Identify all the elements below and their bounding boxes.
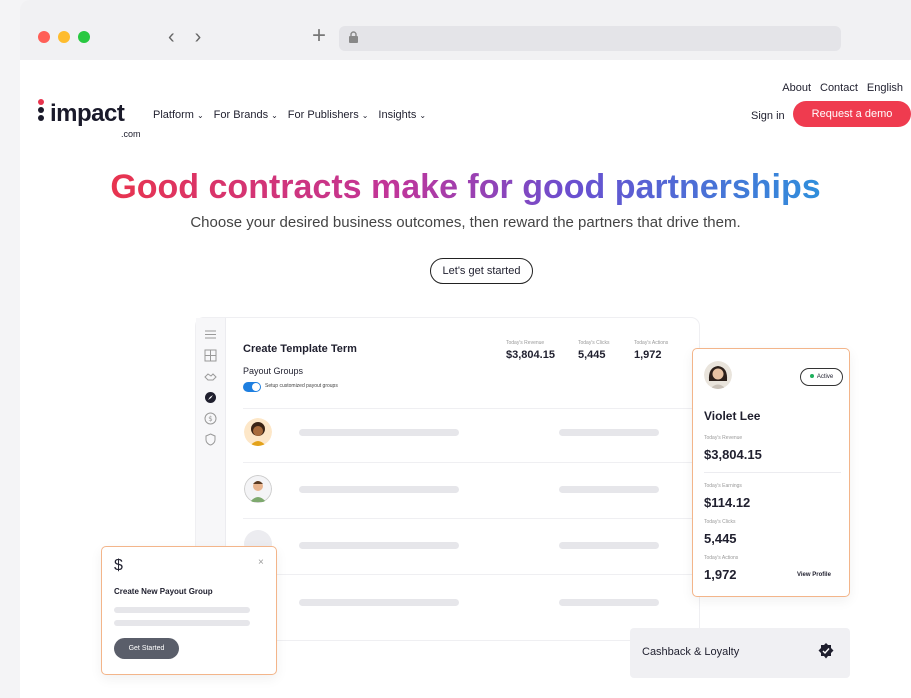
divider	[704, 472, 841, 473]
close-window-button[interactable]	[38, 31, 50, 43]
lock-icon	[349, 31, 358, 43]
svg-text:$: $	[208, 415, 212, 423]
clicks-value: 5,445	[704, 531, 737, 546]
stat-label: Today's Clicks	[578, 340, 610, 346]
get-started-button[interactable]: Let's get started	[430, 258, 533, 284]
placeholder-bar	[559, 542, 659, 549]
nav-for-publishers[interactable]: For Publishers ⌄	[288, 109, 369, 121]
row-divider	[243, 462, 695, 463]
impact-logo[interactable]: impact .com	[38, 96, 141, 146]
create-payout-group-card: $ × Create New Payout Group Get Started	[101, 546, 277, 675]
main-nav: Platform ⌄ For Brands ⌄ For Publishers ⌄ In…	[153, 109, 426, 121]
status-badge: Active	[800, 368, 843, 386]
nav-platform[interactable]: Platform ⌄	[153, 109, 204, 121]
chevron-down-icon: ⌄	[361, 111, 369, 120]
earnings-value: $114.12	[704, 495, 751, 510]
payout-get-started-button[interactable]: Get Started	[114, 638, 179, 659]
web-page: About Contact English impact .com Platfo…	[20, 60, 911, 698]
clicks-label: Today's Clicks	[704, 519, 736, 525]
stat-value: 1,972	[634, 349, 662, 361]
stat-clicks: Today's Clicks 5,445	[578, 340, 610, 361]
request-demo-button[interactable]: Request a demo	[793, 101, 911, 127]
menu-icon[interactable]	[204, 328, 217, 341]
logo-suffix: .com	[121, 129, 141, 139]
placeholder-bar	[114, 607, 250, 613]
placeholder-bar	[299, 542, 459, 549]
stat-value: 5,445	[578, 349, 606, 361]
earnings-label: Today's Earnings	[704, 483, 742, 489]
payout-card-title: Create New Payout Group	[114, 587, 213, 596]
view-profile-link[interactable]: View Profile	[797, 572, 831, 578]
actions-value: 1,972	[704, 567, 737, 582]
partner-name: Violet Lee	[704, 409, 761, 423]
avatar	[704, 361, 732, 389]
placeholder-bar	[299, 429, 459, 436]
placeholder-bar	[559, 429, 659, 436]
sign-in-link[interactable]: Sign in	[751, 110, 785, 122]
stat-revenue: Today's Revenue $3,804.15	[506, 340, 555, 361]
placeholder-bar	[299, 486, 459, 493]
chevron-down-icon: ⌄	[196, 111, 204, 120]
dollar-icon: $	[114, 557, 123, 574]
payout-groups-heading: Payout Groups	[243, 366, 304, 376]
toggle-label: Setup customized payout groups	[265, 383, 338, 389]
language-link[interactable]: English	[867, 82, 903, 94]
cashback-loyalty-card: Cashback & Loyalty	[630, 628, 850, 678]
row-divider	[243, 408, 695, 409]
hero-subtitle: Choose your desired business outcomes, t…	[190, 214, 741, 231]
partner-profile-card: Active Violet Lee Today's Revenue $3,804…	[692, 348, 850, 597]
cashback-label: Cashback & Loyalty	[642, 646, 740, 658]
about-link[interactable]: About	[782, 82, 811, 94]
handshake-icon[interactable]	[204, 370, 217, 383]
plus-icon[interactable]: +	[312, 22, 326, 50]
close-icon[interactable]: ×	[258, 557, 264, 568]
row-divider	[243, 574, 695, 575]
stat-actions: Today's Actions 1,972	[634, 340, 668, 361]
dashboard-title: Create Template Term	[243, 343, 357, 355]
revenue-value: $3,804.15	[704, 447, 762, 462]
chevron-down-icon: ⌄	[271, 111, 278, 120]
placeholder-bar	[114, 620, 250, 626]
chevron-left-icon[interactable]: ‹	[168, 26, 175, 49]
window-controls	[38, 31, 90, 43]
actions-label: Today's Actions	[704, 555, 739, 561]
maximize-window-button[interactable]	[78, 31, 90, 43]
stat-label: Today's Revenue	[506, 340, 545, 346]
avatar	[244, 418, 272, 446]
logo-dot-red	[38, 99, 44, 105]
dollar-circle-icon[interactable]: $	[204, 412, 217, 425]
browser-chrome: ‹ › +	[20, 0, 911, 60]
minimize-window-button[interactable]	[58, 31, 70, 43]
url-bar[interactable]	[339, 26, 841, 51]
chevron-down-icon: ⌄	[419, 111, 427, 120]
row-divider	[243, 518, 695, 519]
nav-for-brands[interactable]: For Brands ⌄	[214, 109, 278, 121]
badge-check-icon	[818, 643, 834, 659]
status-dot	[809, 374, 814, 379]
placeholder-bar	[559, 599, 659, 606]
payout-groups-toggle[interactable]	[243, 382, 261, 392]
shield-icon[interactable]	[204, 433, 217, 446]
hero-title: Good contracts make for good partnership…	[110, 168, 821, 206]
nav-insights[interactable]: Insights ⌄	[378, 109, 426, 121]
logo-dot	[38, 107, 44, 113]
avatar	[244, 475, 272, 503]
layout-icon[interactable]	[204, 349, 217, 362]
stat-value: $3,804.15	[506, 349, 555, 361]
compass-icon[interactable]	[204, 391, 217, 404]
placeholder-bar	[299, 599, 459, 606]
utility-links: About Contact English	[782, 82, 903, 94]
stat-label: Today's Actions	[634, 340, 669, 346]
chevron-right-icon[interactable]: ›	[195, 26, 202, 49]
logo-dot	[38, 115, 44, 121]
contact-link[interactable]: Contact	[820, 82, 858, 94]
placeholder-bar	[559, 486, 659, 493]
revenue-label: Today's Revenue	[704, 435, 743, 441]
logo-wordmark: impact	[50, 100, 125, 127]
